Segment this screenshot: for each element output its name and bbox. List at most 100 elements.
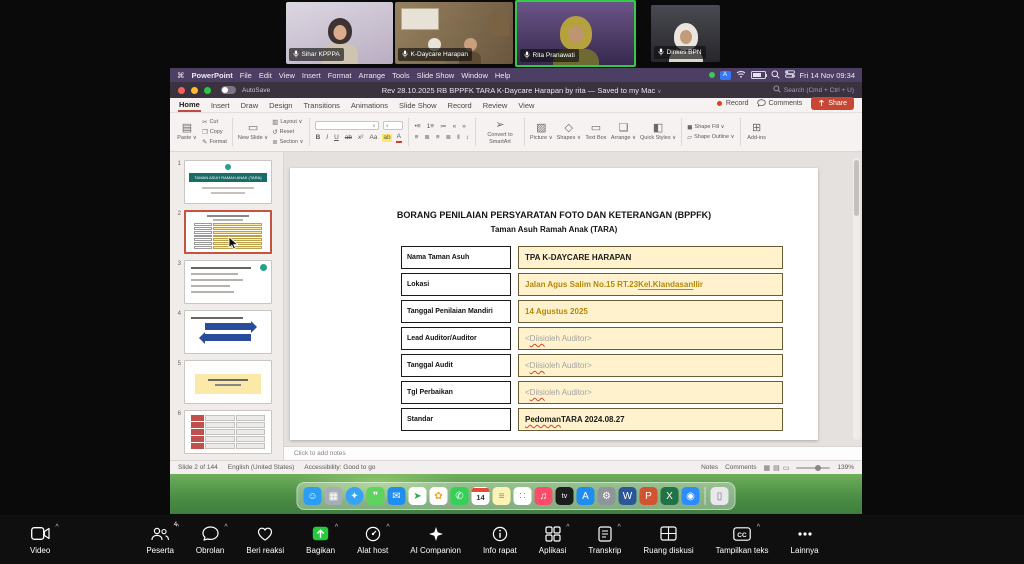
ribbon-shape-outline-button[interactable]: ▱Shape Outline ∨ [687,133,734,141]
toolbar-meeting-info[interactable]: Info rapat [483,525,517,555]
form-label-cell[interactable]: Standar [401,408,511,431]
toolbar-captions[interactable]: CC^Tampilkan teks [716,525,769,555]
screen-record-indicator-icon[interactable] [709,72,715,78]
control-center-icon[interactable] [785,70,795,80]
ribbon-text-box-button[interactable]: ▭Text Box [585,122,607,141]
font-style-button[interactable]: Aa [368,134,378,142]
tab-home[interactable]: Home [178,98,201,112]
form-label-cell[interactable]: Nama Taman Asuh [401,246,511,269]
slide-thumbnail-3[interactable] [184,260,272,304]
tab-animations[interactable]: Animations [350,99,389,112]
ribbon-smartart-button[interactable]: ➢Convert to SmartArt [481,119,519,144]
view-button[interactable]: ▦ [764,464,771,472]
form-label-cell[interactable]: Lead Auditor/Auditor [401,327,511,350]
font-style-button[interactable]: U [333,134,340,142]
paragraph-button[interactable]: 1≡ [426,123,435,131]
tab-record[interactable]: Record [447,99,473,112]
window-zoom-button[interactable] [204,87,211,94]
menu-arrange[interactable]: Arrange [358,71,385,80]
form-value-cell[interactable]: Jalan Agus Salim No.15 RT.23 Kel.Klandas… [518,273,783,296]
paragraph-button[interactable]: ≔ [439,123,448,131]
form-value-cell[interactable]: <Diisi oleh Auditor> [518,354,783,377]
form-value-cell[interactable]: <Diisi oleh Auditor> [518,327,783,350]
font-style-button[interactable]: x² [357,134,364,142]
slide-title[interactable]: BORANG PENILAIAN PERSYARATAN FOTO DAN KE… [310,210,798,220]
notes-pane[interactable]: Click to add notes [284,446,862,460]
dock-maps-icon[interactable]: ➤ [409,487,427,505]
toolbar-video[interactable]: ^Video [30,525,50,555]
toolbar-participants[interactable]: 4^Peserta [146,525,174,555]
slide-thumbnail-5[interactable] [184,360,272,404]
paragraph-button[interactable]: ‖ [456,134,461,142]
dock-trash-icon[interactable]: ▯ [711,487,729,505]
toolbar-more[interactable]: Lainnya [791,525,819,555]
toolbar-chat[interactable]: ^Obrolan [196,525,224,555]
ribbon-layout-button[interactable]: ▥Layout ∨ [272,118,303,126]
menu-insert[interactable]: Insert [302,71,321,80]
slide-subtitle[interactable]: Taman Asuh Ramah Anak (TARA) [310,225,798,234]
toolbar-reactions[interactable]: Beri reaksi [246,525,284,555]
dock-calendar-icon[interactable]: 14 [472,487,490,505]
input-source-icon[interactable]: A [720,71,731,80]
font-size-box[interactable]: ∨ [383,121,403,130]
ribbon-arrange-button[interactable]: ❏Arrange ∨ [611,122,636,141]
ribbon-add-ins-button[interactable]: ⊞Add-ins [746,122,768,141]
ribbon-shapes-button[interactable]: ◇Shapes ∨ [557,122,581,141]
dock-finder-icon[interactable]: ☺ [304,487,322,505]
tab-view[interactable]: View [517,99,535,112]
toolbar-host-tools[interactable]: ^Alat host [357,525,388,555]
view-button[interactable]: ▤ [773,464,780,472]
ribbon-format-button[interactable]: ✎Format [202,138,227,146]
slide-thumbnail-1[interactable]: TAMAN ASUH RAMAH ANAK (TARA) [184,160,272,204]
menu-slide-show[interactable]: Slide Show [417,71,455,80]
dock-notes-icon[interactable]: ≡ [493,487,511,505]
dock-photos-icon[interactable]: ✿ [430,487,448,505]
form-label-cell[interactable]: Tanggal Audit [401,354,511,377]
wifi-icon[interactable] [736,70,746,80]
form-value-cell[interactable]: <Diisi oleh Auditor> [518,381,783,404]
dock-facetime-icon[interactable]: ✆ [451,487,469,505]
paragraph-button[interactable]: ≣ [423,134,430,142]
slide-counter[interactable]: Slide 2 of 144 [178,464,218,471]
form-label-cell[interactable]: Tanggal Penilaian Mandiri [401,300,511,323]
ribbon-shape-fill-button[interactable]: ◼Shape Fill ∨ [687,123,734,131]
paragraph-button[interactable]: ≡ [414,134,420,142]
form-label-cell[interactable]: Lokasi [401,273,511,296]
accessibility-status[interactable]: Accessibility: Good to go [304,464,375,471]
dock-settings-icon[interactable]: ⚙ [598,487,616,505]
language-indicator[interactable]: English (United States) [228,464,294,471]
view-button[interactable]: ▭ [783,464,790,472]
tab-transitions[interactable]: Transitions [302,99,340,112]
paragraph-button[interactable]: •≡ [414,123,422,131]
paragraph-button[interactable]: ≣ [445,134,452,142]
comments-button[interactable]: Comments [757,99,802,109]
form-value-cell[interactable]: Pedoman TARA 2024.08.27 [518,408,783,431]
ribbon-copy-button[interactable]: ❐Copy [202,128,227,136]
menu-window[interactable]: Window [461,71,488,80]
menu-app-name[interactable]: PowerPoint [192,71,233,80]
share-button[interactable]: Share [811,97,854,110]
font-style-button[interactable]: I [325,134,329,142]
paragraph-button[interactable]: « [452,123,458,131]
dock-messages-icon[interactable]: ❞ [367,487,385,505]
toolbar-breakout[interactable]: Ruang diskusi [643,525,693,555]
participant-tile-dinkes-bpn[interactable]: Dinkes BPN [651,5,720,62]
ribbon-section-button[interactable]: ≣Section ∨ [272,138,303,146]
form-value-cell[interactable]: 14 Agustus 2025 [518,300,783,323]
dock-appstore-icon[interactable]: A [577,487,595,505]
dock-word-icon[interactable]: W [619,487,637,505]
slide-canvas[interactable]: BORANG PENILAIAN PERSYARATAN FOTO DAN KE… [290,168,818,440]
search-field[interactable]: Search (Cmd + Ctrl + U) [773,85,854,95]
autosave-toggle[interactable] [221,86,236,94]
slide-thumbnail-4[interactable] [184,310,272,354]
menu-tools[interactable]: Tools [392,71,410,80]
comments-toggle[interactable]: Comments [725,464,756,471]
dock-powerpoint-icon[interactable]: P [640,487,658,505]
font-style-button[interactable]: ab [344,134,353,142]
tab-review[interactable]: Review [482,99,509,112]
toolbar-apps[interactable]: ^Aplikasi [539,525,567,555]
toolbar-share[interactable]: ^Bagikan [306,525,335,555]
form-label-cell[interactable]: Tgl Perbaikan [401,381,511,404]
dock-mail-icon[interactable]: ✉ [388,487,406,505]
dock-excel-icon[interactable]: X [661,487,679,505]
